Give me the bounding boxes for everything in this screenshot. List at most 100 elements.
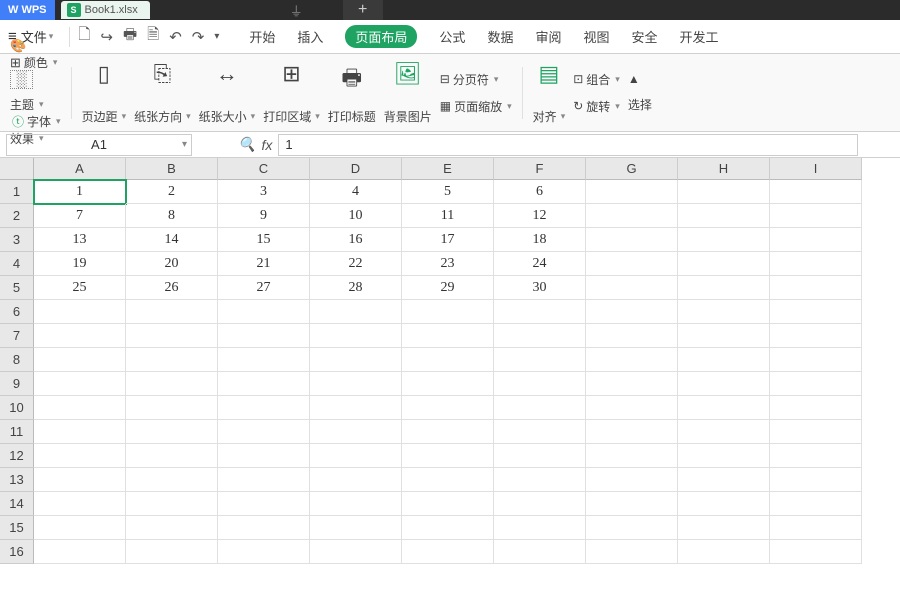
cell[interactable] <box>678 324 770 348</box>
cell[interactable] <box>310 492 402 516</box>
cell[interactable] <box>218 372 310 396</box>
cell[interactable] <box>494 444 586 468</box>
cell[interactable] <box>310 540 402 564</box>
cell[interactable]: 13 <box>34 228 126 252</box>
select-all-corner[interactable] <box>0 158 34 180</box>
cell[interactable] <box>586 348 678 372</box>
cell[interactable] <box>678 276 770 300</box>
row-header-16[interactable]: 16 <box>0 540 34 564</box>
cell[interactable] <box>770 276 862 300</box>
cell[interactable] <box>126 540 218 564</box>
cell[interactable] <box>770 204 862 228</box>
undo-icon[interactable]: ↶ <box>169 28 182 46</box>
redo-icon[interactable]: ↷ <box>192 28 205 46</box>
cell[interactable] <box>770 540 862 564</box>
cell[interactable] <box>770 324 862 348</box>
cell[interactable] <box>770 420 862 444</box>
cell[interactable] <box>310 324 402 348</box>
print-area-button[interactable]: ⊞打印区域 <box>259 61 324 125</box>
tab-开始[interactable]: 开始 <box>249 27 275 46</box>
cell[interactable] <box>586 276 678 300</box>
cell[interactable] <box>494 420 586 444</box>
cell[interactable] <box>494 300 586 324</box>
size-button[interactable]: ↔纸张大小 <box>195 61 260 125</box>
cell[interactable]: 8 <box>126 204 218 228</box>
cell[interactable] <box>678 228 770 252</box>
document-tab[interactable]: S Book1.xlsx <box>61 1 150 19</box>
bring-front-icon[interactable]: ▲ <box>628 72 652 86</box>
cell[interactable] <box>494 396 586 420</box>
cell[interactable] <box>770 348 862 372</box>
cell[interactable]: 29 <box>402 276 494 300</box>
row-header-8[interactable]: 8 <box>0 348 34 372</box>
cell[interactable] <box>494 372 586 396</box>
row-header-2[interactable]: 2 <box>0 204 34 228</box>
cell[interactable] <box>586 444 678 468</box>
col-header-A[interactable]: A <box>34 158 126 180</box>
row-header-7[interactable]: 7 <box>0 324 34 348</box>
rotate-dropdown[interactable]: ↻ 旋转 <box>573 98 620 115</box>
cell[interactable] <box>126 348 218 372</box>
cell[interactable]: 24 <box>494 252 586 276</box>
cell[interactable] <box>494 540 586 564</box>
cell[interactable] <box>678 420 770 444</box>
cell[interactable] <box>34 372 126 396</box>
cell[interactable] <box>310 396 402 420</box>
cell[interactable] <box>218 444 310 468</box>
cell[interactable] <box>678 348 770 372</box>
cell[interactable]: 22 <box>310 252 402 276</box>
cell[interactable] <box>494 468 586 492</box>
pattern-icon[interactable]: ░ <box>10 70 33 89</box>
cell[interactable]: 18 <box>494 228 586 252</box>
row-header-3[interactable]: 3 <box>0 228 34 252</box>
print-icon[interactable]: 🖶 <box>123 24 137 49</box>
margins-button[interactable]: ▯页边距 <box>78 61 131 125</box>
cell[interactable] <box>586 228 678 252</box>
cell[interactable] <box>218 540 310 564</box>
cell[interactable] <box>310 348 402 372</box>
fx-icon[interactable]: fx <box>261 137 272 153</box>
new-tab-button[interactable]: + <box>343 0 383 20</box>
cell[interactable]: 12 <box>494 204 586 228</box>
cell[interactable] <box>586 324 678 348</box>
cell[interactable]: 27 <box>218 276 310 300</box>
cell[interactable] <box>310 420 402 444</box>
tab-审阅[interactable]: 审阅 <box>535 27 561 46</box>
preview-icon[interactable]: 🗎 <box>147 24 159 49</box>
bg-image-button[interactable]: 🖼背景图片 <box>380 61 436 125</box>
cell[interactable] <box>770 372 862 396</box>
col-header-I[interactable]: I <box>770 158 862 180</box>
cell[interactable]: 4 <box>310 180 402 204</box>
cell[interactable] <box>678 204 770 228</box>
row-header-15[interactable]: 15 <box>0 516 34 540</box>
row-header-5[interactable]: 5 <box>0 276 34 300</box>
cell[interactable] <box>402 348 494 372</box>
cell[interactable] <box>678 468 770 492</box>
cell[interactable] <box>34 396 126 420</box>
row-header-4[interactable]: 4 <box>0 252 34 276</box>
cell[interactable] <box>678 252 770 276</box>
cell[interactable] <box>770 516 862 540</box>
cell[interactable] <box>678 516 770 540</box>
cell[interactable] <box>586 396 678 420</box>
font-dropdown[interactable]: ⓣ字体 <box>12 113 61 130</box>
cell[interactable] <box>402 396 494 420</box>
breaks-dropdown[interactable]: ⊟ 分页符 <box>440 71 512 88</box>
col-header-F[interactable]: F <box>494 158 586 180</box>
zoom-icon[interactable]: 🔍 <box>238 136 255 153</box>
more-icon[interactable]: ▾ <box>214 31 219 42</box>
cell[interactable] <box>34 540 126 564</box>
cells-area[interactable]: 1234567891011121314151617181920212223242… <box>34 180 862 564</box>
save-icon[interactable]: 🗋 <box>78 24 90 49</box>
col-header-H[interactable]: H <box>678 158 770 180</box>
theme-dropdown[interactable]: 主题 <box>10 96 61 113</box>
cell[interactable] <box>310 300 402 324</box>
cell[interactable] <box>586 180 678 204</box>
cell[interactable] <box>678 180 770 204</box>
cell[interactable]: 19 <box>34 252 126 276</box>
cell[interactable] <box>586 516 678 540</box>
cell[interactable] <box>310 468 402 492</box>
cell[interactable] <box>586 204 678 228</box>
cell[interactable] <box>218 300 310 324</box>
cell[interactable] <box>218 492 310 516</box>
